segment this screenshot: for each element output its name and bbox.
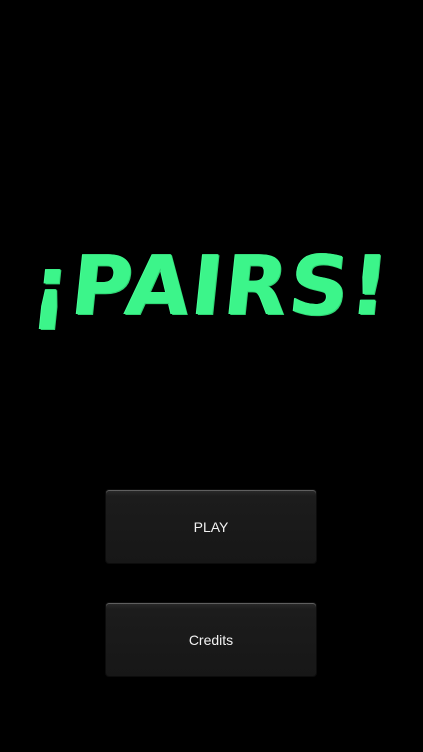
game-title: ¡PAIRS! (27, 239, 396, 334)
play-button-label: PLAY (193, 518, 229, 535)
main-menu-screen: ¡PAIRS! PLAY Credits (0, 0, 423, 752)
credits-button[interactable]: Credits (106, 603, 316, 676)
credits-button-label: Credits (188, 631, 234, 648)
play-button[interactable]: PLAY (106, 490, 316, 563)
